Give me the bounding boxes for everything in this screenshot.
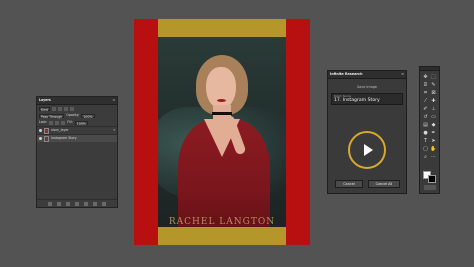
eraser-tool-icon[interactable]: ▭	[430, 113, 437, 120]
history-brush-icon[interactable]: ↺	[422, 113, 429, 120]
portrait-photo	[158, 37, 286, 227]
panel-menu-icon[interactable]: ≡	[112, 98, 115, 102]
layer-filter-row: Kind	[37, 105, 117, 112]
tools-panel: ✥ ⬚ ᘐ ✎ ⌗ ⊠ ⁄ ✚ ✐ ⊥ ↺ ▭ ▤ ◆ ● ✒ T ➤ ▢ ✋ ⌕ ⋯	[419, 66, 440, 194]
layer-name: Instagram Story	[51, 135, 77, 140]
fill-field[interactable]: 100%	[74, 120, 88, 126]
path-select-icon[interactable]: ➤	[430, 137, 437, 144]
healing-brush-icon[interactable]: ✚	[430, 97, 437, 104]
infinite-research-panel: Infinite Research ≡ Save Image Batch Nam…	[327, 70, 407, 194]
dodge-tool-icon[interactable]: ●	[422, 129, 429, 136]
blend-row: Pass Through Opacity: 100%	[37, 112, 117, 119]
document-canvas[interactable]: RACHEL LANGTON	[134, 19, 310, 245]
layers-tab[interactable]: Layers	[39, 98, 51, 102]
layer-thumbnail	[44, 127, 49, 134]
play-icon	[364, 144, 373, 156]
lock-label: Lock:	[39, 119, 48, 124]
background-color-swatch[interactable]	[428, 175, 436, 183]
layer-thumbnail	[44, 135, 49, 142]
color-swatches[interactable]	[423, 171, 437, 183]
adjustment-layer-icon[interactable]	[75, 201, 79, 206]
quick-select-icon[interactable]: ✎	[430, 81, 437, 88]
gold-band-bottom	[158, 227, 286, 245]
choker-shape	[212, 112, 232, 115]
crop-tool-icon[interactable]: ⌗	[422, 89, 429, 96]
ir-section-label: Save Image	[356, 85, 378, 89]
layers-footer	[37, 199, 117, 207]
cancel-all-button[interactable]: Cancel All	[368, 180, 400, 188]
zoom-tool-icon[interactable]: ⌕	[422, 153, 429, 160]
lasso-tool-icon[interactable]: ᘐ	[422, 81, 429, 88]
filter-adjustment-icon[interactable]	[58, 106, 63, 111]
layers-panel: Layers ≡ Kind Pass Through Opacity: 100%…	[36, 96, 118, 208]
ir-panel-header: Infinite Research ≡	[328, 71, 406, 79]
lock-pixels-icon[interactable]	[49, 120, 54, 125]
type-tool-icon[interactable]: T	[422, 137, 429, 144]
lock-row: Lock: Fill: 100%	[37, 119, 117, 126]
hand-tool-icon[interactable]: ✋	[430, 145, 437, 152]
opacity-field[interactable]: 100%	[81, 113, 95, 119]
ir-panel-menu-icon[interactable]: ≡	[401, 72, 404, 76]
gold-band-top	[158, 19, 286, 37]
move-tool-icon[interactable]: ✥	[422, 73, 429, 80]
pen-tool-icon[interactable]: ✒	[430, 129, 437, 136]
filter-kind-select[interactable]: Kind	[39, 106, 51, 112]
frame-tool-icon[interactable]: ⊠	[430, 89, 437, 96]
group-folder-icon[interactable]	[84, 201, 88, 206]
batch-name-field[interactable]: Batch Name 17. Instagram Story	[331, 93, 403, 106]
filter-pixel-icon[interactable]	[52, 106, 57, 111]
lips-shape	[217, 99, 226, 102]
lock-all-icon[interactable]	[61, 120, 66, 125]
marquee-tool-icon[interactable]: ⬚	[430, 73, 437, 80]
cancel-button[interactable]: Cancel	[335, 180, 363, 188]
filter-type-icon[interactable]	[64, 106, 69, 111]
face-shape	[206, 67, 236, 109]
new-layer-icon[interactable]	[93, 201, 97, 206]
more-tools-icon[interactable]: ⋯	[430, 153, 437, 160]
tools-grid: ✥ ⬚ ᘐ ✎ ⌗ ⊠ ⁄ ✚ ✐ ⊥ ↺ ▭ ▤ ◆ ● ✒ T ➤ ▢ ✋ ⌕ ⋯	[420, 71, 439, 162]
layer-row[interactable]: Instagram Story	[37, 134, 117, 142]
lock-position-icon[interactable]	[55, 120, 60, 125]
stamp-tool-icon[interactable]: ⊥	[430, 105, 437, 112]
fill-label: Fill:	[67, 119, 73, 124]
layer-options-icon[interactable]: ▾	[113, 128, 115, 132]
eyedropper-icon[interactable]: ⁄	[422, 97, 429, 104]
ir-panel-title[interactable]: Infinite Research	[330, 72, 362, 76]
blend-mode-select[interactable]: Pass Through	[39, 113, 65, 119]
gradient-tool-icon[interactable]: ▤	[422, 121, 429, 128]
visibility-eye-icon[interactable]	[39, 129, 42, 132]
link-layers-icon[interactable]	[48, 201, 52, 206]
batch-name-value: 17. Instagram Story	[334, 98, 380, 104]
trash-icon[interactable]	[102, 201, 106, 206]
screen-mode-button[interactable]	[424, 185, 436, 190]
rectangle-tool-icon[interactable]: ▢	[422, 145, 429, 152]
layer-name: story_layer	[51, 127, 69, 132]
blur-tool-icon[interactable]: ◆	[430, 121, 437, 128]
brush-tool-icon[interactable]: ✐	[422, 105, 429, 112]
opacity-label: Opacity:	[66, 112, 80, 117]
play-button[interactable]	[348, 131, 386, 169]
layer-row[interactable]: story_layer ▾	[37, 126, 117, 134]
signature-watermark: RACHEL LANGTON	[168, 217, 276, 227]
filter-shape-icon[interactable]	[70, 106, 75, 111]
mask-icon[interactable]	[66, 201, 70, 206]
layers-panel-header: Layers ≡	[37, 97, 117, 105]
fx-icon[interactable]	[57, 201, 61, 206]
visibility-eye-icon[interactable]	[39, 137, 42, 140]
